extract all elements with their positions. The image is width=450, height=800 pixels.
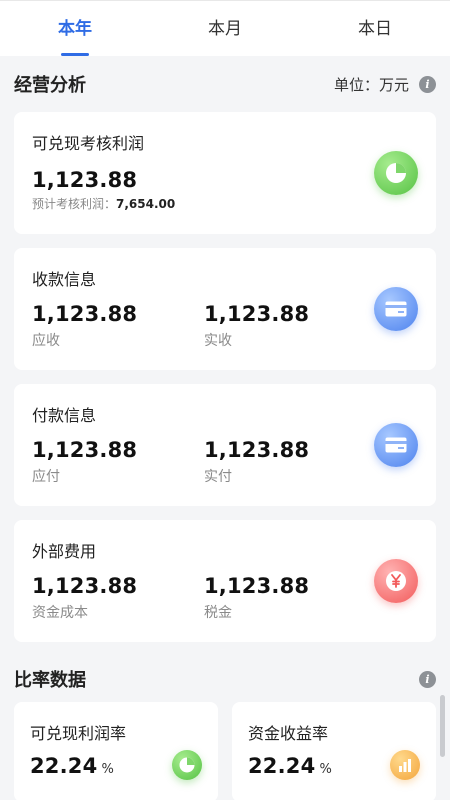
expected-profit-value: 7,654.00 <box>116 197 176 211</box>
pie-chart-icon <box>374 151 418 195</box>
tax-value: 1,123.88 <box>204 574 310 598</box>
ratio-number: 22.24 <box>30 754 98 778</box>
payable-value: 1,123.88 <box>32 438 138 462</box>
receipt-card-title: 收款信息 <box>32 270 97 289</box>
ratio-cards: 可兑现利润率 22.24% 资金收益率 22.24% <box>0 702 450 800</box>
analysis-header: 经营分析 单位：万元 i <box>0 56 450 112</box>
scrollbar[interactable] <box>440 695 445 757</box>
profit-value: 1,123.88 <box>32 168 138 192</box>
bar-chart-icon <box>390 750 420 780</box>
paid-label: 实付 <box>204 469 232 485</box>
ratio-number: 22.24 <box>248 754 316 778</box>
payment-card-title: 付款信息 <box>32 406 97 425</box>
profit-card-title: 可兑现考核利润 <box>32 134 145 153</box>
yen-icon <box>374 559 418 603</box>
info-icon[interactable]: i <box>419 75 436 93</box>
receivable-label: 应收 <box>32 333 60 349</box>
unit-indicator: 单位：万元 i <box>334 74 436 95</box>
ratio-card-title: 可兑现利润率 <box>30 724 127 743</box>
ratio-unit: % <box>319 762 332 777</box>
receivable-value: 1,123.88 <box>32 302 138 326</box>
tax-label: 税金 <box>204 605 232 621</box>
paid-value: 1,123.88 <box>204 438 310 462</box>
ratio-card-title: 资金收益率 <box>248 724 329 743</box>
card-icon <box>374 423 418 467</box>
capital-cost-value: 1,123.88 <box>32 574 138 598</box>
pie-chart-icon <box>172 750 202 780</box>
period-tabs: 本年 本月 本日 <box>0 0 450 56</box>
receipt-card[interactable]: 收款信息 1,123.88 应收 1,123.88 实收 <box>14 248 436 370</box>
info-icon[interactable]: i <box>419 670 436 688</box>
payment-card[interactable]: 付款信息 1,123.88 应付 1,123.88 实付 <box>14 384 436 506</box>
capital-cost-label: 资金成本 <box>32 605 88 621</box>
card-icon <box>374 287 418 331</box>
expense-card[interactable]: 外部费用 1,123.88 资金成本 1,123.88 税金 <box>14 520 436 642</box>
ratio-header: 比率数据 i <box>0 656 450 702</box>
received-value: 1,123.88 <box>204 302 310 326</box>
ratio-info: i <box>409 670 436 688</box>
tab-this-month[interactable]: 本月 <box>150 1 300 56</box>
ratio-unit: % <box>101 762 114 777</box>
expected-profit-label: 预计考核利润： <box>32 197 117 211</box>
payable-label: 应付 <box>32 469 60 485</box>
profit-card[interactable]: 可兑现考核利润 1,123.88 预计考核利润：7,654.00 <box>14 112 436 234</box>
ratio-title: 比率数据 <box>14 670 86 691</box>
ratio-card-profit[interactable]: 可兑现利润率 22.24% <box>14 702 218 800</box>
received-label: 实收 <box>204 333 232 349</box>
tab-today[interactable]: 本日 <box>300 1 450 56</box>
unit-label: 单位：万元 <box>333 75 409 94</box>
analysis-title: 经营分析 <box>14 75 86 96</box>
expense-card-title: 外部费用 <box>32 542 97 561</box>
expected-profit: 预计考核利润：7,654.00 <box>32 195 418 212</box>
ratio-card-capital[interactable]: 资金收益率 22.24% <box>232 702 436 800</box>
tab-this-year[interactable]: 本年 <box>0 1 150 56</box>
